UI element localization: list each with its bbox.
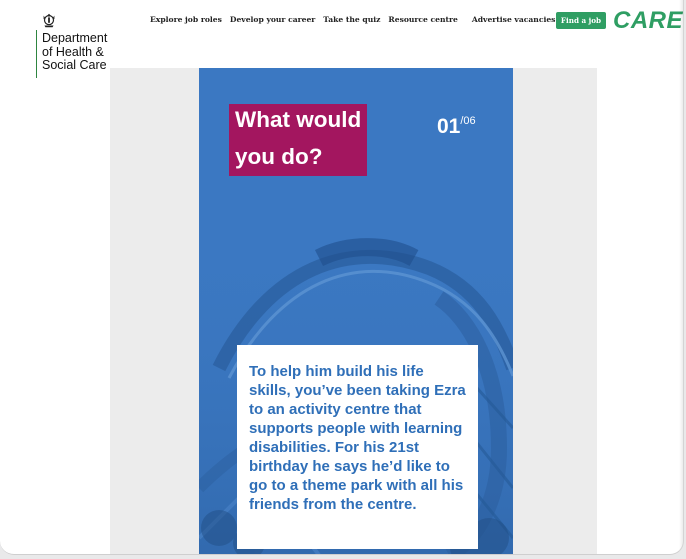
main-nav: Explore job roles Develop your career Ta… bbox=[150, 15, 555, 24]
scenario-text: To help him build his life skills, you’v… bbox=[249, 363, 466, 513]
care-logo[interactable]: CARE bbox=[613, 7, 683, 35]
find-a-job-button[interactable]: Find a job bbox=[556, 12, 606, 29]
question-total: /06 bbox=[460, 115, 476, 127]
nav-explore-job-roles[interactable]: Explore job roles bbox=[150, 15, 222, 24]
quiz-title-line-1: What would bbox=[235, 107, 362, 132]
nav-take-the-quiz[interactable]: Take the quiz bbox=[323, 15, 380, 24]
quiz-title-line-2: you do? bbox=[235, 144, 323, 169]
logo-line-1: Department bbox=[42, 31, 108, 45]
logo-line-2: of Health & bbox=[42, 44, 104, 59]
quiz-title: What would you do? bbox=[229, 104, 367, 176]
question-counter: 01/06 bbox=[437, 115, 476, 139]
logo-divider bbox=[36, 30, 37, 78]
royal-crest-icon bbox=[43, 13, 55, 28]
nav-advertise-vacancies[interactable]: Advertise vacancies bbox=[472, 15, 556, 24]
browser-window: Department of Health & Social Care Explo… bbox=[0, 0, 684, 555]
question-current: 01 bbox=[437, 115, 461, 138]
scenario-box: To help him build his life skills, you’v… bbox=[237, 345, 478, 549]
logo-text: Department of Health & Social Care bbox=[42, 31, 142, 73]
nav-develop-your-career[interactable]: Develop your career bbox=[230, 15, 315, 24]
nav-resource-centre[interactable]: Resource centre bbox=[388, 15, 457, 24]
